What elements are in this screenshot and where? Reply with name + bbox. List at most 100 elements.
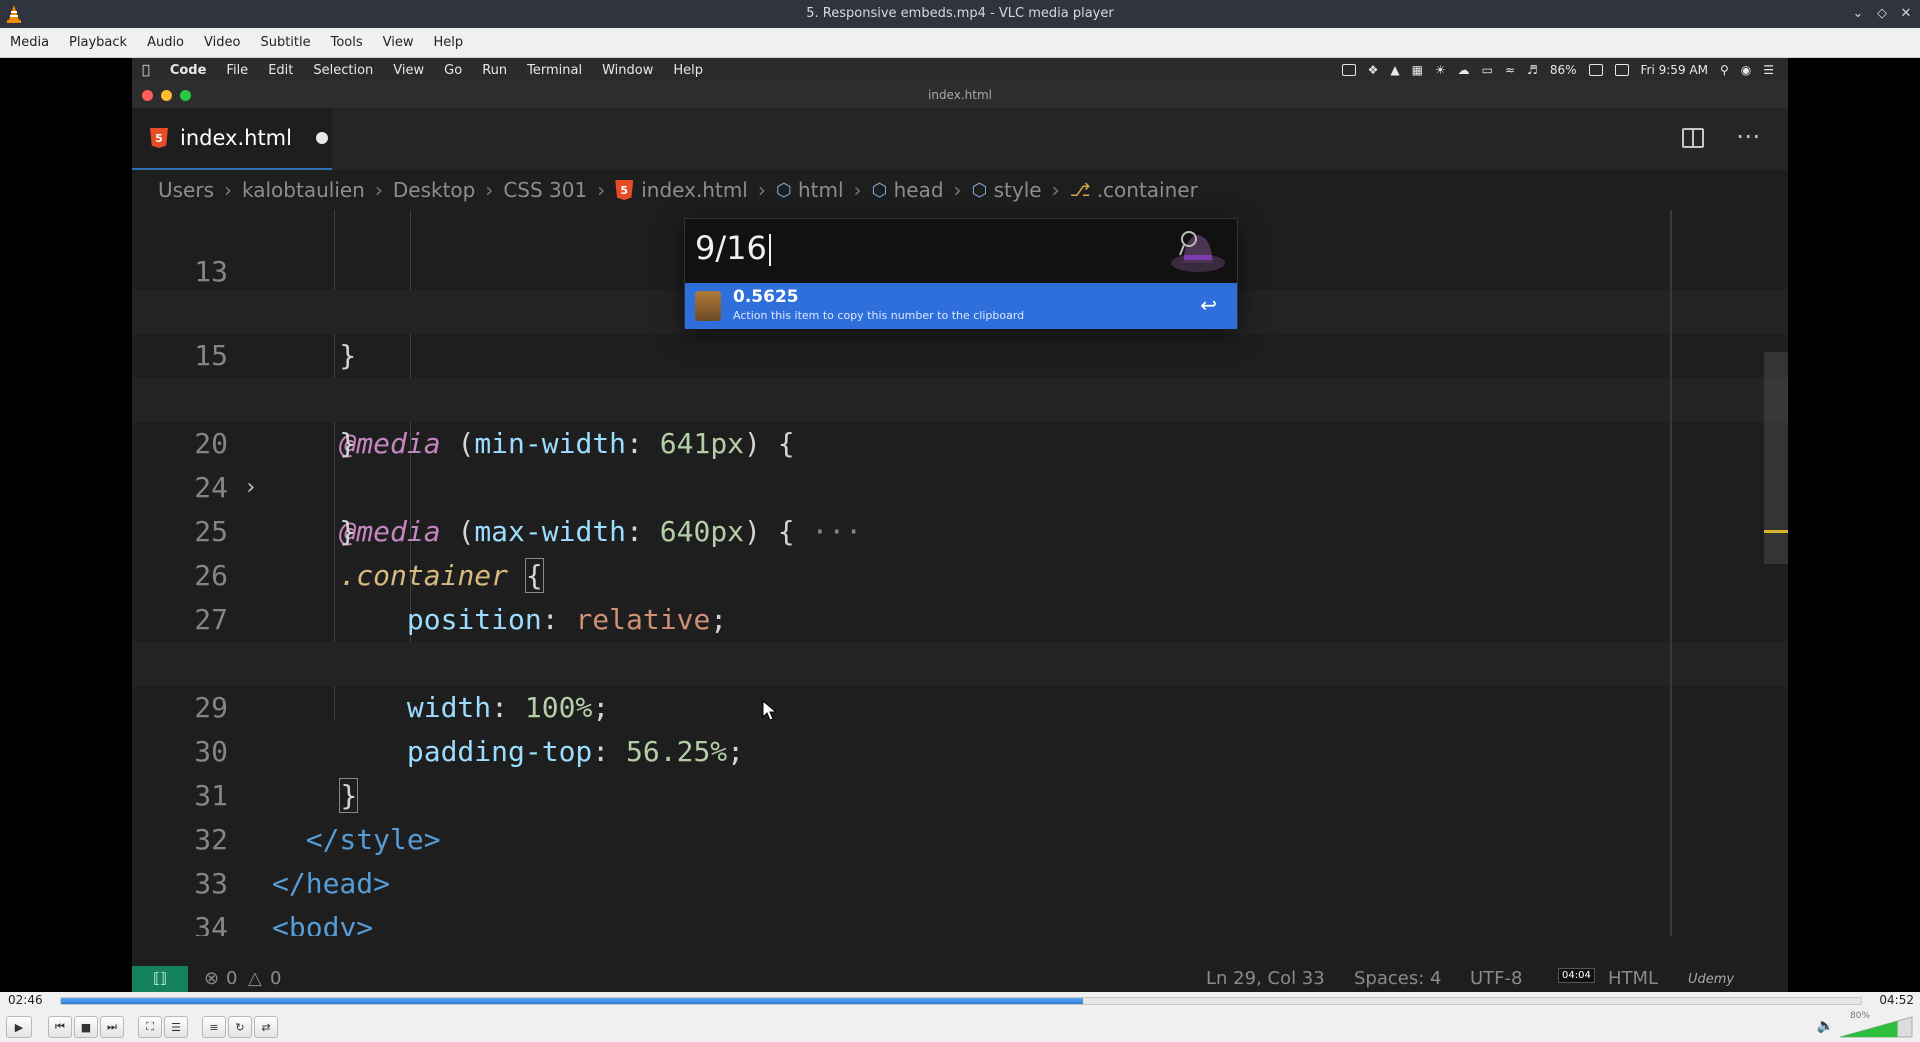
scrollbar-marker (1764, 530, 1788, 533)
code-line: 31 </style> (194, 779, 441, 856)
vscode-window-title: index.html (928, 88, 992, 102)
notification-icon: ▲ (1390, 63, 1400, 77)
chevron-right-icon: › (953, 178, 962, 202)
spotlight-icon: ⚲ (1719, 63, 1729, 77)
menu-tools[interactable]: Tools (321, 28, 373, 58)
mac-clock: Fri 9:59 AM (1640, 63, 1708, 77)
seek-progress (61, 998, 1084, 1004)
errors-count: 0 (226, 968, 238, 989)
mac-menu-edit: Edit (260, 62, 293, 78)
chevron-right-icon: › (853, 178, 862, 202)
extended-settings-button[interactable]: ☰ (164, 1016, 188, 1038)
vscode-statusbar: ⟦⟧ ⊗ 0 △ 0 Ln 29, Col 33 Spaces: 4 UTF-8… (132, 966, 1788, 992)
previous-button[interactable]: ⏮ (48, 1016, 72, 1038)
mac-menu-go: Go (436, 62, 462, 78)
grid-icon: ▦ (1411, 63, 1423, 77)
udemy-watermark: Udemy (1688, 972, 1735, 987)
chevron-right-icon: › (757, 178, 766, 202)
code-line: 32 </head> (194, 823, 391, 900)
battery-icon (1588, 64, 1603, 76)
mac-menu-view: View (385, 62, 424, 78)
stop-button[interactable]: ■ (74, 1016, 98, 1038)
crumb-html: html (797, 178, 844, 202)
battery-percent: 86% (1549, 63, 1577, 77)
split-editor-icon (1682, 128, 1704, 148)
cube-icon: ⬡ (871, 179, 888, 201)
breadcrumb: Users › kalobtaulien › Desktop › CSS 301… (132, 170, 1788, 210)
playlist-button[interactable]: ≡ (202, 1016, 226, 1038)
siri-icon: ◉ (1740, 63, 1752, 77)
loop-button[interactable]: ↻ (228, 1016, 252, 1038)
code-line: 19 } (194, 383, 357, 460)
elapsed-time: 02:46 (8, 993, 43, 1007)
vlc-titlebar: 5. Responsive embeds.mp4 - VLC media pla… (0, 0, 1920, 28)
mac-menu-run: Run (474, 62, 507, 78)
code-line: 27 overflow: hidden; (194, 603, 693, 680)
maximize-icon[interactable]: ◇ (1874, 4, 1890, 22)
speaker-icon: ♬ (1527, 63, 1538, 77)
menu-media[interactable]: Media (0, 28, 59, 58)
menu-view[interactable]: View (373, 28, 424, 58)
wifi-icon: ≈ (1505, 63, 1516, 77)
airplay-icon: ▭ (1481, 63, 1494, 77)
encoding: UTF-8 (1470, 968, 1523, 989)
more-actions-icon: ⋯ (1736, 122, 1760, 150)
window-title: 5. Responsive embeds.mp4 - VLC media pla… (806, 6, 1114, 21)
unsaved-dot-icon (315, 132, 328, 144)
screen-icon (1341, 64, 1356, 76)
vlc-menubar: Media Playback Audio Video Subtitle Tool… (0, 28, 1920, 58)
mac-menu-file: File (218, 62, 248, 78)
alfred-result-subtitle: Action this item to copy this number to … (733, 309, 1025, 322)
crumb-user: kalobtaulien (242, 178, 365, 202)
mac-menu-selection: Selection (305, 62, 373, 78)
html5-icon: 5 (150, 128, 168, 148)
total-time: 04:52 (1879, 993, 1914, 1007)
list-icon: ☰ (1763, 63, 1774, 77)
editor-ruler (1670, 210, 1672, 936)
play-button[interactable]: ▶ (6, 1016, 32, 1038)
crumb-users: Users (158, 178, 215, 202)
video-frame:  Code File Edit Selection View Go Run T… (132, 58, 1788, 992)
fullscreen-button[interactable]: ⛶ (138, 1016, 162, 1038)
alfred-query: 9/16 (695, 229, 771, 267)
alfred-result-item: 0.5625 Action this item to copy this num… (685, 283, 1237, 329)
menu-playback[interactable]: Playback (59, 28, 137, 58)
shuffle-button[interactable]: ⇄ (254, 1016, 278, 1038)
code-line: 34 <div class="container"> (194, 911, 228, 936)
speaker-icon[interactable]: 🔈 (1817, 1018, 1834, 1034)
code-line: 25 .container { (194, 515, 544, 593)
indentation: Spaces: 4 (1354, 968, 1442, 989)
next-button[interactable]: ⏭ (100, 1016, 124, 1038)
menu-subtitle[interactable]: Subtitle (250, 28, 320, 58)
chevron-right-icon: › (1051, 178, 1060, 202)
seek-bar-row: 02:46 04:52 (0, 992, 1920, 1010)
selector-icon: ⎇ (1069, 179, 1091, 201)
html5-icon: 5 (615, 180, 634, 200)
minimize-icon[interactable]: ⌄ (1850, 4, 1866, 22)
editor-tab: 5 index.html (132, 108, 332, 170)
code-line: 20 › @media (max-width: 640px) { ··· (132, 378, 1788, 548)
crumb-desktop: Desktop (392, 178, 476, 202)
code-line: 35 <iframe width="560" height="315" src=… (132, 906, 1788, 936)
cube-icon: ⬡ (971, 179, 988, 201)
menu-video[interactable]: Video (194, 28, 250, 58)
alfred-hat-icon (1171, 231, 1225, 272)
mac-menu-help: Help (665, 62, 703, 78)
code-line: 28 width: 100%; (194, 647, 610, 724)
code-line: 33 <body> (194, 867, 374, 936)
close-icon[interactable]: ✕ (1898, 4, 1914, 22)
code-line: 26 position: relative; (194, 559, 728, 636)
cloud-icon: ☁ (1457, 63, 1470, 77)
vscode-titlebar: index.html (132, 82, 1788, 108)
mac-menu-terminal: Terminal (519, 62, 582, 78)
crumb-style: style (993, 178, 1042, 202)
chevron-right-icon: › (374, 178, 383, 202)
chevron-right-icon: › (224, 178, 233, 202)
chevron-right-icon: › (485, 178, 494, 202)
code-line: 30 } (194, 735, 359, 813)
seek-slider[interactable] (60, 997, 1862, 1005)
menu-help[interactable]: Help (424, 28, 474, 58)
return-key-icon: ↩ (1200, 293, 1217, 317)
chevron-right-icon: › (597, 178, 606, 202)
menu-audio[interactable]: Audio (137, 28, 194, 58)
